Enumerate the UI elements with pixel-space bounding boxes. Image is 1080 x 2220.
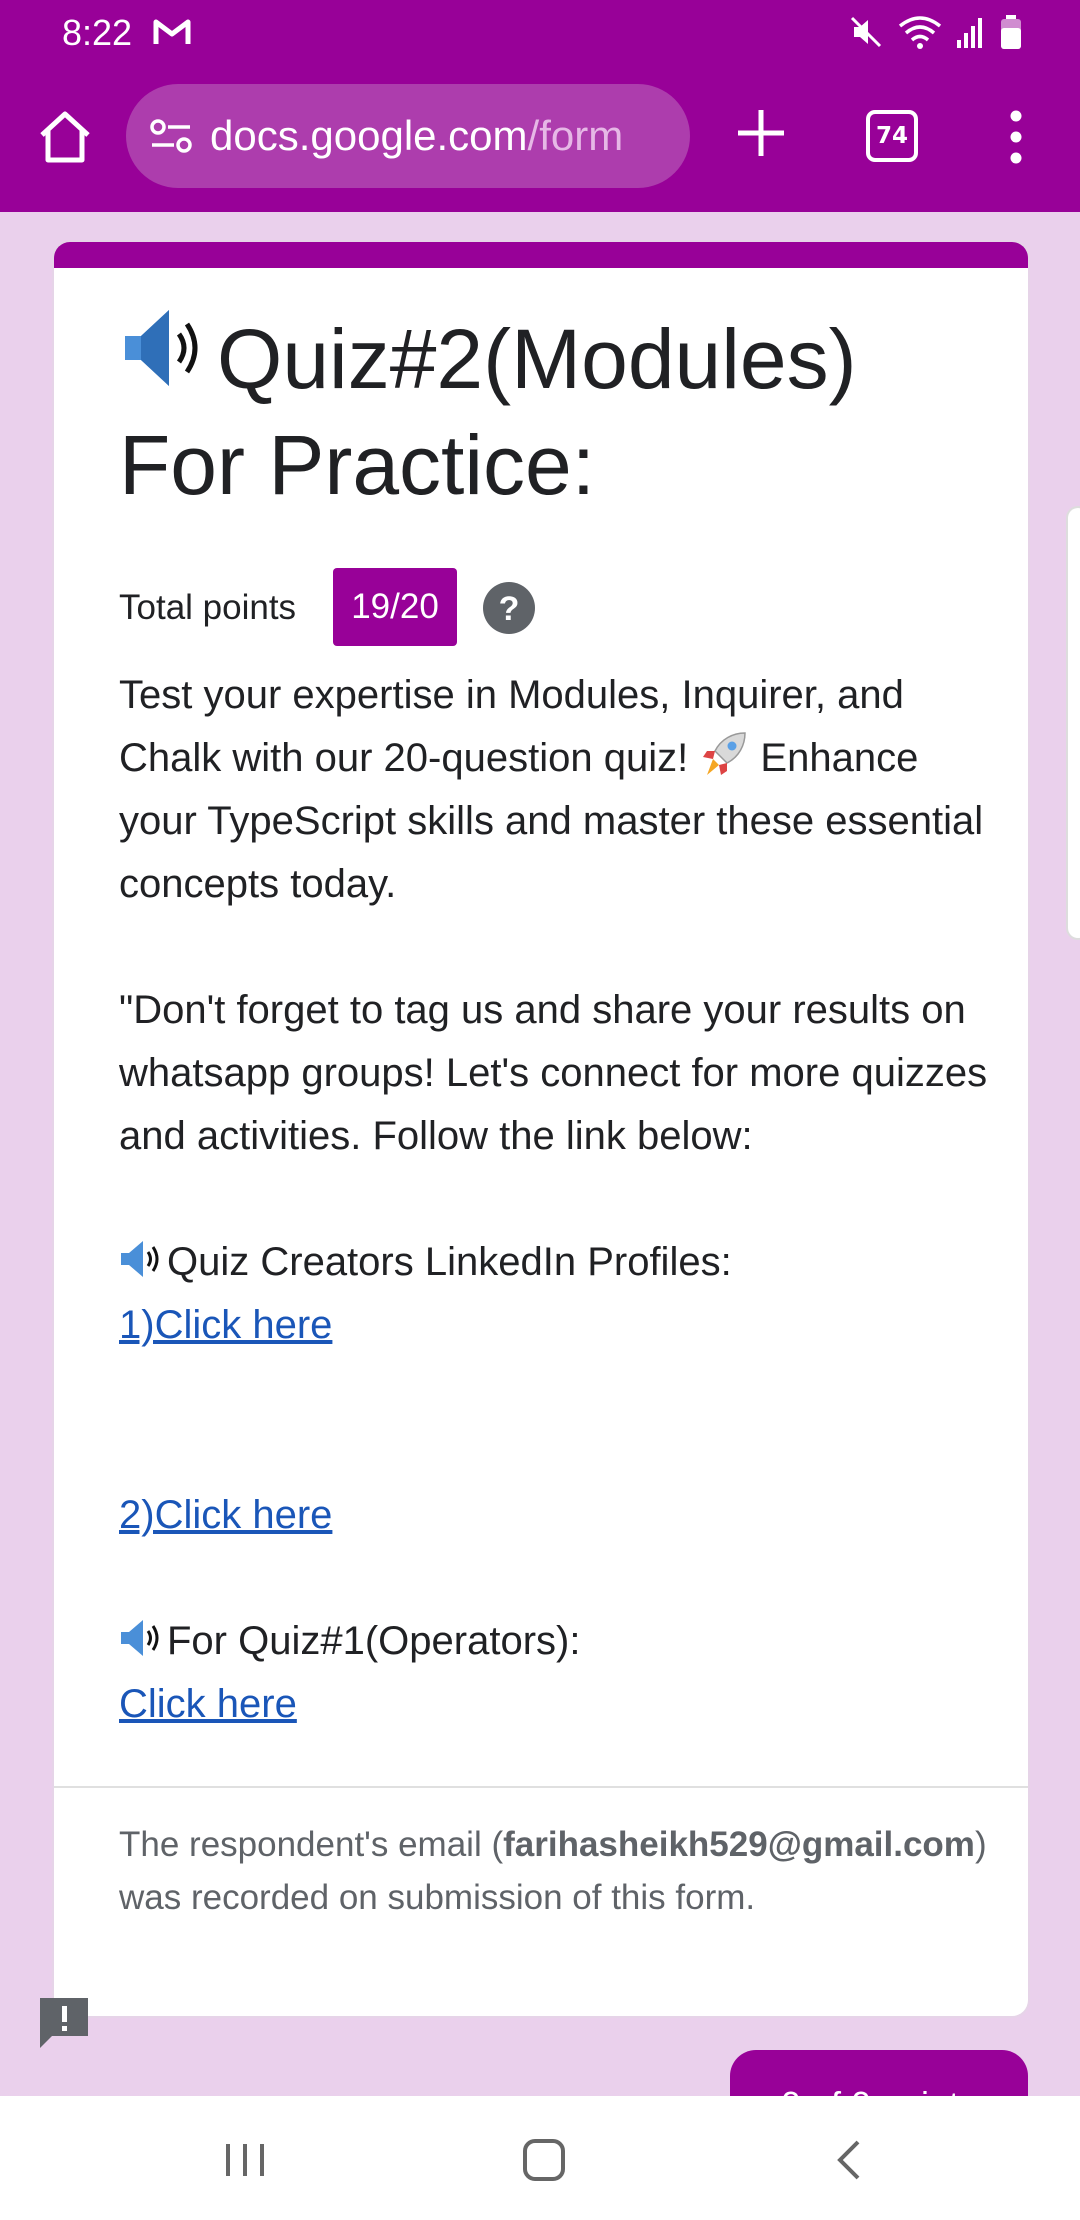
description-paragraph-1: Test your expertise in Modules, Inquirer… xyxy=(119,664,999,916)
status-bar: 8:22 xyxy=(0,0,1080,66)
score-badge: 19/20 xyxy=(333,568,457,646)
url-path: /form xyxy=(527,112,624,159)
mute-icon xyxy=(850,16,882,48)
help-icon[interactable]: ? xyxy=(483,582,535,634)
form-description: Test your expertise in Modules, Inquirer… xyxy=(119,664,999,1736)
gmail-icon xyxy=(153,19,191,44)
tab-count: 74 xyxy=(866,110,918,162)
card-divider xyxy=(54,1786,1028,1788)
report-feedback-icon[interactable] xyxy=(36,1994,92,2050)
signal-icon xyxy=(957,18,982,48)
scrollbar-handle[interactable] xyxy=(1068,508,1080,938)
back-icon[interactable] xyxy=(832,2138,864,2182)
respondent-email: farihasheikh529@gmail.com xyxy=(503,1825,975,1864)
site-info-icon[interactable] xyxy=(150,118,192,154)
creators-heading-text: Quiz Creators LinkedIn Profiles: xyxy=(167,1240,732,1284)
quiz1-heading-text: For Quiz#1(Operators): xyxy=(167,1619,581,1663)
system-nav-bar xyxy=(0,2096,1080,2220)
form-header-card: Quiz#2(Modules) For Practice: Total poin… xyxy=(54,242,1028,2016)
total-points-row: Total points 19/20 ? xyxy=(119,568,999,648)
nav-home-icon[interactable] xyxy=(522,2138,566,2182)
card-accent-bar xyxy=(54,242,1028,268)
battery-icon xyxy=(1001,15,1021,49)
url-bar[interactable]: docs.google.com/form xyxy=(126,84,690,188)
email-note-prefix: The respondent's email ( xyxy=(119,1825,504,1864)
quiz1-link[interactable]: Click here xyxy=(119,1682,297,1726)
home-icon[interactable] xyxy=(36,108,94,166)
plus-icon[interactable] xyxy=(734,106,788,160)
quiz1-heading: For Quiz#1(Operators): xyxy=(119,1610,999,1673)
svg-text:?: ? xyxy=(499,590,520,628)
recent-apps-icon[interactable] xyxy=(224,2140,266,2180)
wifi-icon xyxy=(898,16,942,49)
form-title-text: Quiz#2(Modules) For Practice: xyxy=(119,312,857,512)
email-recorded-note: The respondent's email (farihasheikh529@… xyxy=(119,1818,999,1924)
speaker-icon xyxy=(125,310,198,386)
browser-toolbar: docs.google.com/form 74 xyxy=(0,66,1080,212)
status-icons xyxy=(848,14,1022,50)
creators-heading: Quiz Creators LinkedIn Profiles: xyxy=(119,1231,999,1294)
linkedin-link-1[interactable]: 1)Click here xyxy=(119,1303,332,1347)
speaker-icon xyxy=(121,1620,159,1656)
status-time: 8:22 xyxy=(62,12,133,53)
total-points-label: Total points xyxy=(119,588,297,627)
url-text[interactable]: docs.google.com/form xyxy=(210,112,623,160)
form-title: Quiz#2(Modules) For Practice: xyxy=(119,300,999,518)
rocket-icon xyxy=(703,732,747,775)
tab-switcher-button[interactable]: 74 xyxy=(866,110,918,162)
description-paragraph-2: "Don't forget to tag us and share your r… xyxy=(119,988,988,1158)
speaker-icon xyxy=(121,1241,159,1277)
more-options-icon[interactable] xyxy=(1000,108,1032,166)
card-body: Quiz#2(Modules) For Practice: Total poin… xyxy=(119,300,999,1726)
url-host: docs.google.com xyxy=(210,112,528,159)
linkedin-link-2[interactable]: 2)Click here xyxy=(119,1493,332,1537)
